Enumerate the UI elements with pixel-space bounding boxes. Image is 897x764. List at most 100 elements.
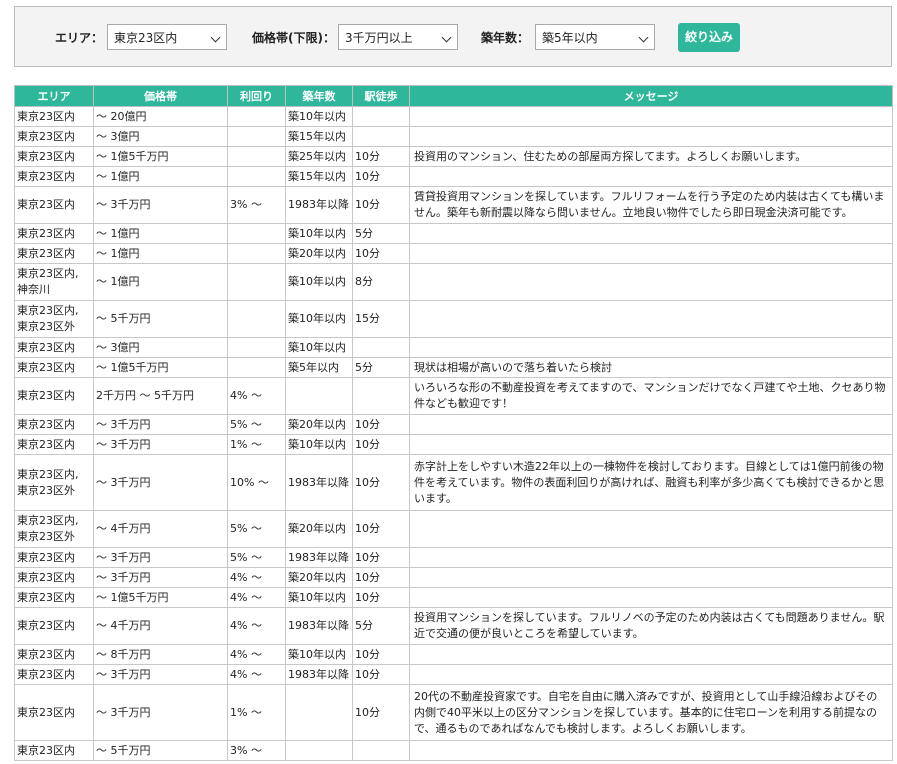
- table-row: 東京23区内～ 1億5千万円 築5年以内 5分 現状は相場が高いので落ち着いたら検討: [14, 357, 893, 378]
- message-cell: [409, 223, 893, 244]
- area-cell: 東京23区内: [14, 106, 94, 127]
- table-row: 東京23区内～ 3千万円 1% ～ 10分 20代の不動産投資家です。自宅を自由に購入…: [14, 684, 893, 741]
- building-age-cell: 築20年以内: [285, 243, 353, 264]
- station-walk-cell: [352, 106, 410, 127]
- price-cell: ～ 1億円: [93, 223, 228, 244]
- building-age-cell: 築20年以内: [285, 414, 353, 435]
- area-cell: 東京23区内: [14, 664, 94, 685]
- station-walk-cell: 10分: [352, 567, 410, 588]
- station-walk-cell: 10分: [352, 510, 410, 548]
- area-cell: 東京23区内: [14, 434, 94, 455]
- table-row: 東京23区内～ 3千万円 5% ～築20年以内 10分: [14, 414, 893, 435]
- building-age-cell: 1983年以降: [285, 547, 353, 568]
- table-row: 東京23区内～ 5千万円 3% ～: [14, 740, 893, 761]
- price-cell: ～ 5千万円: [93, 300, 228, 338]
- yield-cell: 3% ～: [227, 740, 286, 761]
- area-cell: 東京23区内: [14, 146, 94, 167]
- message-cell: [409, 567, 893, 588]
- yield-cell: [227, 243, 286, 264]
- filter-panel: エリア： 東京23区内 価格帯(下限)： 3千万円以上 築年数： 築5年以内 絞…: [14, 6, 892, 67]
- table-row: 東京23区内～ 3千万円 4% ～築20年以内 10分: [14, 567, 893, 588]
- table-row: 東京23区内～ 1億円 築15年以内 10分: [14, 166, 893, 187]
- price-cell: ～ 3千万円: [93, 567, 228, 588]
- yield-cell: 5% ～: [227, 414, 286, 435]
- price-filter-label: 価格帯(下限)：: [252, 31, 335, 45]
- yield-cell: 1% ～: [227, 434, 286, 455]
- header-area: エリア: [14, 85, 94, 107]
- message-cell: 投資用マンションを探しています。フルリノベの予定のため内装は古くても問題ありませ…: [409, 607, 893, 645]
- station-walk-cell: [352, 740, 410, 761]
- age-filter-label: 築年数：: [481, 31, 530, 45]
- area-cell: 東京23区内: [14, 186, 94, 224]
- message-cell: 現状は相場が高いので落ち着いたら検討: [409, 357, 893, 378]
- price-cell: ～ 3千万円: [93, 434, 228, 455]
- header-yield: 利回り: [227, 85, 286, 107]
- yield-cell: 4% ～: [227, 377, 286, 415]
- price-select-value: 3千万円以上: [345, 31, 413, 45]
- building-age-cell: 築10年以内: [285, 106, 353, 127]
- building-age-cell: 築10年以内: [285, 337, 353, 358]
- station-walk-cell: 10分: [352, 684, 410, 741]
- message-cell: [409, 664, 893, 685]
- building-age-cell: 1983年以降: [285, 454, 353, 511]
- yield-cell: [227, 223, 286, 244]
- table-row: 東京23区内～ 8千万円 4% ～築10年以内 10分: [14, 644, 893, 665]
- table-row: 東京23区内～ 3億円 築15年以内: [14, 126, 893, 147]
- yield-cell: 4% ～: [227, 567, 286, 588]
- area-cell: 東京23区内: [14, 166, 94, 187]
- price-cell: ～ 3億円: [93, 126, 228, 147]
- building-age-cell: [285, 684, 353, 741]
- station-walk-cell: 10分: [352, 664, 410, 685]
- area-cell: 東京23区内: [14, 740, 94, 761]
- station-walk-cell: 5分: [352, 357, 410, 378]
- yield-cell: 4% ～: [227, 587, 286, 608]
- station-walk-cell: 10分: [352, 414, 410, 435]
- yield-cell: [227, 300, 286, 338]
- building-age-cell: 築10年以内: [285, 587, 353, 608]
- price-cell: ～ 20億円: [93, 106, 228, 127]
- yield-cell: 5% ～: [227, 510, 286, 548]
- yield-cell: 4% ～: [227, 607, 286, 645]
- building-age-cell: 築5年以内: [285, 357, 353, 378]
- building-age-cell: 1983年以降: [285, 664, 353, 685]
- area-cell: 東京23区内: [14, 414, 94, 435]
- price-select[interactable]: 3千万円以上: [338, 24, 458, 50]
- station-walk-cell: 10分: [352, 186, 410, 224]
- table-row: 東京23区内～ 3千万円 4% ～ 1983年以降 10分: [14, 664, 893, 685]
- message-cell: [409, 106, 893, 127]
- building-age-cell: 築10年以内: [285, 223, 353, 244]
- area-cell: 東京23区内: [14, 243, 94, 264]
- station-walk-cell: 10分: [352, 644, 410, 665]
- table-row: 東京23区内 2千万円 ～ 5千万円 4% ～ いろいろな形の不動産投資を考えてますの…: [14, 377, 893, 415]
- price-cell: ～ 3億円: [93, 337, 228, 358]
- station-walk-cell: [352, 377, 410, 415]
- area-cell: 東京23区内: [14, 567, 94, 588]
- message-cell: [409, 300, 893, 338]
- area-filter-label: エリア：: [55, 31, 104, 45]
- price-cell: ～ 3千万円: [93, 547, 228, 568]
- area-cell: 東京23区内: [14, 357, 94, 378]
- area-select[interactable]: 東京23区内: [107, 24, 227, 50]
- results-table: エリア 価格帯 利回り 築年数 駅徒歩 メッセージ 東京23区内～ 20億円 築1…: [14, 85, 893, 761]
- yield-cell: 3% ～: [227, 186, 286, 224]
- table-row: 東京23区内～ 3千万円 1% ～築10年以内 10分: [14, 434, 893, 455]
- table-row: 東京23区内～ 3千万円 5% ～ 1983年以降 10分: [14, 547, 893, 568]
- message-cell: [409, 337, 893, 358]
- price-cell: ～ 1億5千万円: [93, 587, 228, 608]
- price-cell: ～ 4千万円: [93, 510, 228, 548]
- table-row: 東京23区内～ 1億5千万円 4% ～築10年以内 10分: [14, 587, 893, 608]
- table-row: 東京23区内, 東京23区外～ 4千万円 5% ～築20年以内 10分: [14, 510, 893, 548]
- station-walk-cell: 10分: [352, 587, 410, 608]
- filter-submit-button[interactable]: 絞り込み: [678, 23, 740, 52]
- yield-cell: 1% ～: [227, 684, 286, 741]
- age-select[interactable]: 築5年以内: [535, 24, 655, 50]
- age-select-value: 築5年以内: [542, 31, 598, 45]
- area-cell: 東京23区内: [14, 337, 94, 358]
- message-cell: [409, 166, 893, 187]
- building-age-cell: 築10年以内: [285, 434, 353, 455]
- building-age-cell: 築10年以内: [285, 644, 353, 665]
- yield-cell: [227, 337, 286, 358]
- yield-cell: 10% ～: [227, 454, 286, 511]
- message-cell: [409, 510, 893, 548]
- station-walk-cell: 15分: [352, 300, 410, 338]
